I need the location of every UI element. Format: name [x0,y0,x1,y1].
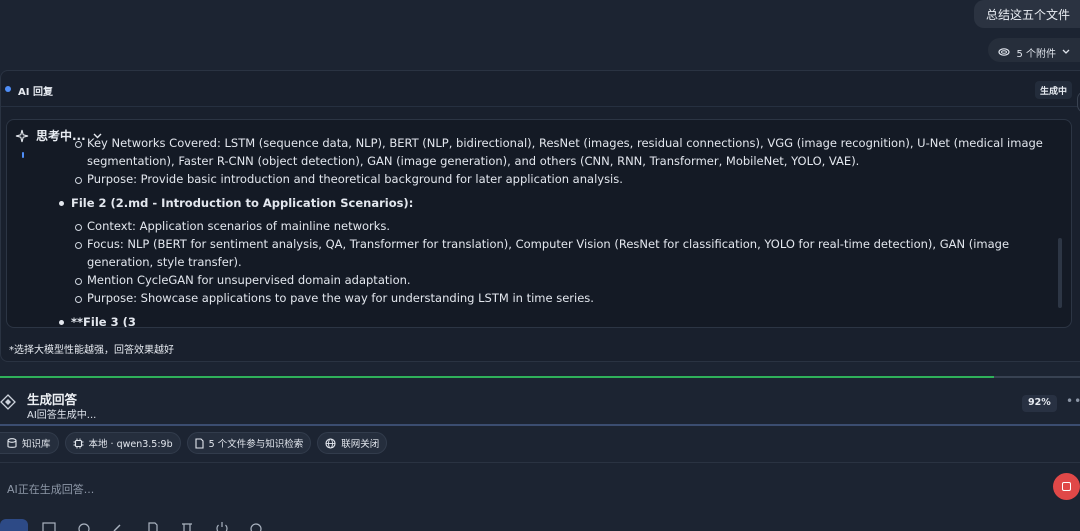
chip-icon [73,438,84,448]
stop-button[interactable] [1053,473,1080,500]
database-icon [7,437,17,448]
more-icon[interactable]: •• [1066,394,1080,408]
power-icon[interactable] [215,522,229,531]
link-icon[interactable] [111,522,125,531]
list-item: Purpose: Provide basic introduction and … [57,170,1057,188]
list-item: Key Networks Covered: LSTM (sequence dat… [57,134,1057,170]
model-chip[interactable]: 本地 · qwen3.5:9b [64,432,181,454]
globe-icon[interactable] [77,522,91,531]
chip-bar: 知识库 本地 · qwen3.5:9b 5 个文件参与知识检索 联网关闭 [0,432,388,454]
paperclip-icon [998,48,1011,56]
ai-reply-panel: AI 回复 生成中 思考中... Key Networks Covered: L… [0,70,1080,362]
model-label: 本地 · qwen3.5:9b [88,439,173,450]
timeline-marker [22,152,24,158]
scrollbar[interactable] [1058,238,1062,308]
progress-bar-fill [0,376,994,378]
knowledge-base-chip[interactable]: 知识库 [0,432,59,454]
list-item: **File 3 (3 [57,313,1057,327]
database-tab-icon[interactable] [0,519,28,531]
list-item: Focus: NLP (BERT for sentiment analysis,… [57,235,1057,271]
chat-input-area: AI正在生成回答... [0,462,1080,512]
status-badge: 生成中 [1034,81,1072,99]
list-item: Purpose: Showcase applications to pave t… [57,289,1057,307]
bottom-toolbar [0,516,1080,531]
files-chip[interactable]: 5 个文件参与知识检索 [186,432,312,454]
help-icon[interactable] [249,522,263,531]
user-message-text: 总结这五个文件 [985,8,1070,22]
status-dot-icon [5,86,11,92]
files-label: 5 个文件参与知识检索 [208,439,304,450]
web-search-chip[interactable]: 联网关闭 [317,432,388,454]
attachments-label: 5 个附件 [1016,48,1056,60]
progress-percent: 92% [1022,395,1057,412]
list-item: Mention CycleGAN for unsupervised domain… [57,271,1057,289]
progress-subtitle: AI回答生成中... [27,410,97,421]
thinking-content: Key Networks Covered: LSTM (sequence dat… [57,134,1057,327]
chevron-down-icon [1062,49,1070,54]
generate-icon [0,394,16,410]
list-item: Context: Application scenarios of mainli… [57,217,1057,235]
trash-icon[interactable] [180,522,194,531]
ai-reply-title: AI 回复 [18,87,53,98]
globe-icon [325,437,336,449]
calendar-icon[interactable] [42,522,56,531]
attachments-toggle[interactable]: 5 个附件 [988,38,1080,62]
web-search-label: 联网关闭 [341,439,380,450]
ai-reply-header: AI 回复 生成中 [1,71,1080,107]
generation-progress: 生成回答 AI回答生成中... 92% •• [0,376,1080,426]
divider [0,424,1080,426]
chat-input[interactable]: AI正在生成回答... [7,481,94,497]
list-item: File 2 (2.md - Introduction to Applicati… [57,194,1057,212]
document-icon [195,437,204,449]
user-message-bubble: 总结这五个文件 [973,0,1080,28]
file-icon[interactable] [146,522,160,531]
model-tip: *选择大模型性能越强，回答效果越好 [9,345,174,356]
stop-icon [1062,482,1071,491]
thinking-box: 思考中... Key Networks Covered: LSTM (seque… [6,119,1072,328]
progress-bar-track [994,376,1080,378]
sparkle-icon [15,129,29,142]
knowledge-base-label: 知识库 [22,439,51,450]
